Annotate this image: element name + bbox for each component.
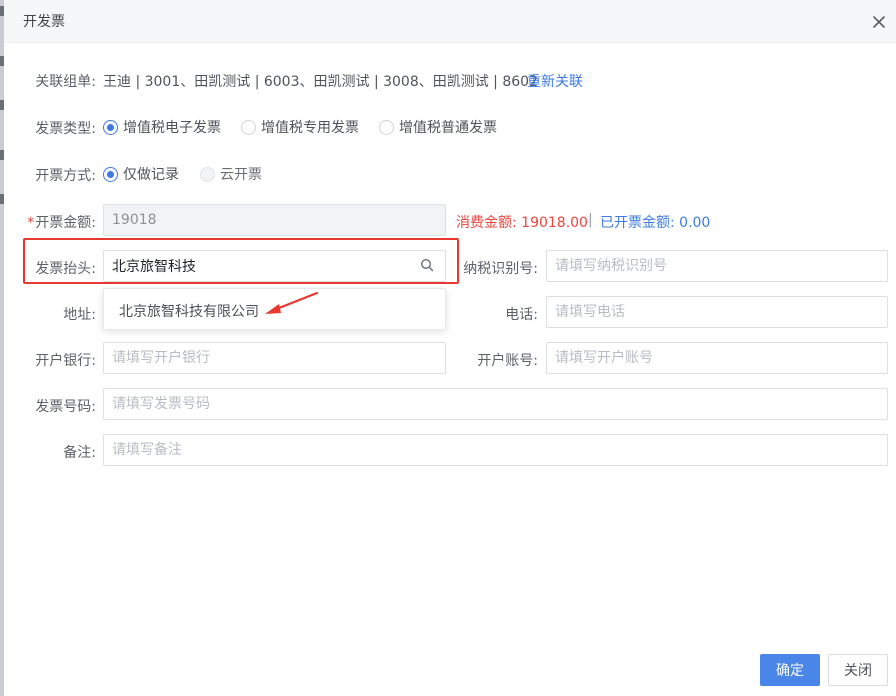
suggestion-item[interactable]: 北京旅智科技有限公司 bbox=[119, 301, 259, 321]
related-orders-label: 关联组单: bbox=[35, 74, 96, 90]
radio-checked-icon bbox=[103, 166, 118, 182]
amount-separator: | bbox=[588, 212, 593, 228]
account-input[interactable] bbox=[546, 342, 888, 374]
related-orders-value: 王迪 | 3001、田凯测试 | 6003、田凯测试 | 3008、田凯测试 |… bbox=[103, 74, 538, 90]
tax-id-label: 纳税识别号: bbox=[463, 261, 538, 277]
bank-label: 开户银行: bbox=[35, 353, 96, 369]
radio-label: 增值税专用发票 bbox=[261, 120, 359, 136]
dialog-header: 开发票 bbox=[4, 0, 896, 43]
radio-label: 仅做记录 bbox=[123, 167, 179, 183]
radio-checked-icon bbox=[103, 119, 118, 135]
close-button[interactable]: 关闭 bbox=[828, 654, 888, 686]
bank-input[interactable] bbox=[103, 342, 446, 374]
address-label: 地址: bbox=[63, 307, 96, 323]
account-label: 开户账号: bbox=[477, 353, 538, 369]
consume-amount-text: 消费金额: 19018.00 bbox=[456, 215, 588, 231]
remark-input[interactable] bbox=[103, 434, 888, 466]
issue-method-record-radio[interactable]: 仅做记录 bbox=[103, 164, 179, 184]
invoice-type-label: 发票类型: bbox=[35, 121, 96, 137]
radio-unchecked-icon bbox=[241, 119, 256, 135]
issue-method-label: 开票方式: bbox=[35, 168, 96, 184]
dialog-title: 开发票 bbox=[23, 14, 65, 30]
confirm-button[interactable]: 确定 bbox=[760, 654, 820, 686]
required-mark: * bbox=[27, 215, 35, 231]
radio-disabled-icon bbox=[200, 166, 215, 182]
invoice-amount-label-text: 开票金额: bbox=[35, 215, 96, 231]
phone-label: 电话: bbox=[505, 307, 538, 323]
close-icon[interactable] bbox=[869, 12, 889, 32]
invoice-type-special-radio[interactable]: 增值税专用发票 bbox=[241, 117, 359, 137]
search-icon[interactable] bbox=[420, 258, 434, 272]
radio-label: 增值税电子发票 bbox=[123, 120, 221, 136]
invoice-number-label: 发票号码: bbox=[35, 399, 96, 415]
remark-label: 备注: bbox=[63, 445, 96, 461]
invoice-type-ordinary-radio[interactable]: 增值税普通发票 bbox=[379, 117, 497, 137]
issue-method-cloud-radio[interactable]: 云开票 bbox=[200, 164, 262, 184]
radio-label: 增值税普通发票 bbox=[399, 120, 497, 136]
invoice-header-suggestions: 北京旅智科技有限公司 bbox=[103, 288, 446, 330]
relink-link[interactable]: 重新关联 bbox=[527, 71, 583, 91]
radio-label: 云开票 bbox=[220, 167, 262, 183]
tax-id-input[interactable] bbox=[546, 250, 888, 282]
invoice-amount-input bbox=[103, 204, 446, 236]
issued-amount-text: 已开票金额: 0.00 bbox=[600, 215, 711, 231]
invoice-number-input[interactable] bbox=[103, 388, 888, 420]
invoice-header-input[interactable] bbox=[103, 250, 446, 282]
invoice-amount-label: *开票金额: bbox=[6, 212, 96, 232]
radio-unchecked-icon bbox=[379, 119, 394, 135]
invoice-type-electronic-radio[interactable]: 增值税电子发票 bbox=[103, 117, 221, 137]
phone-input[interactable] bbox=[546, 296, 888, 328]
invoice-header-label: 发票抬头: bbox=[35, 261, 96, 277]
